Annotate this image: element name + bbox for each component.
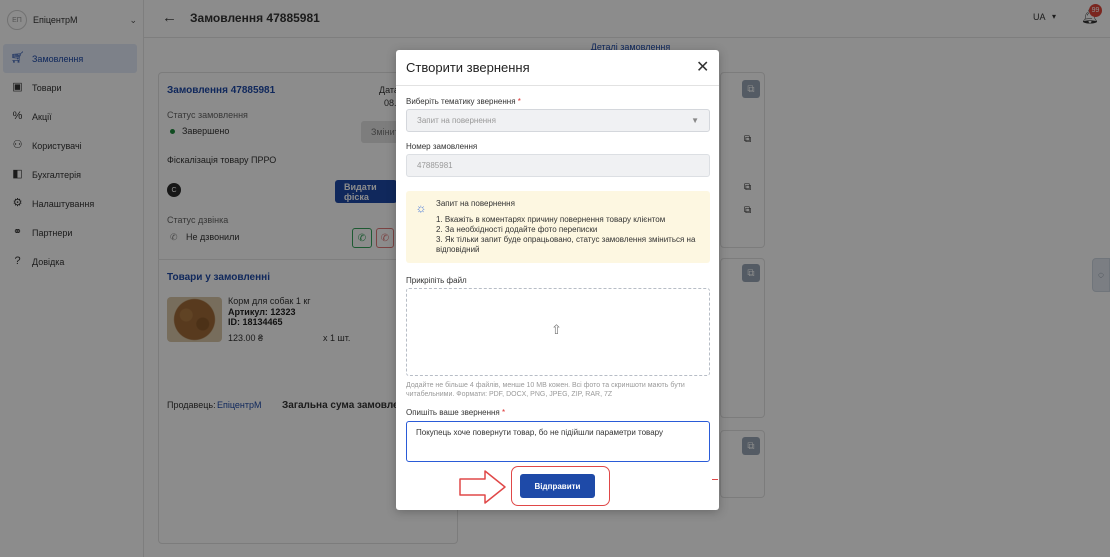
submit-button[interactable]: Відправити <box>520 474 595 498</box>
close-icon[interactable]: ✕ <box>696 57 709 77</box>
annotation-mark <box>712 479 718 480</box>
topic-label-text: Виберіть тематику звернення <box>406 97 516 106</box>
topic-select[interactable]: Запит на повернення ▼ <box>406 109 710 132</box>
caret-down-icon: ▼ <box>691 116 699 125</box>
file-dropzone[interactable]: ⇧ <box>406 288 710 376</box>
describe-label-text: Опишіть ваше звернення <box>406 408 500 417</box>
info-line: 3. Як тільки запит буде опрацьовано, ста… <box>436 235 696 254</box>
order-number-field[interactable]: 47885981 <box>406 154 710 177</box>
info-notice: ☼ Запит на повернення 1. Вкажіть в комен… <box>406 191 710 263</box>
lightbulb-icon: ☼ <box>415 201 427 215</box>
attach-label: Прикріпіть файл <box>406 276 467 285</box>
order-number-value: 47885981 <box>417 161 453 170</box>
modal-title: Створити звернення <box>406 60 530 75</box>
divider <box>396 85 719 86</box>
topic-label: Виберіть тематику звернення * <box>406 97 521 106</box>
upload-icon: ⇧ <box>551 322 562 337</box>
info-line: 2. За необхідності додайте фото переписк… <box>436 225 598 234</box>
attach-hint: Додайте не більше 4 файлів, менше 10 МВ … <box>406 382 685 398</box>
annotation-arrow-icon <box>459 470 506 504</box>
order-number-label: Номер замовлення <box>406 142 478 151</box>
required-mark: * <box>515 97 521 106</box>
description-textarea[interactable]: Покупець хоче повернути товар, бо не під… <box>406 421 710 462</box>
describe-label: Опишіть ваше звернення * <box>406 408 505 417</box>
required-mark: * <box>499 408 506 417</box>
create-request-modal: Створити звернення ✕ Виберіть тематику з… <box>396 50 719 510</box>
info-title: Запит на повернення <box>436 199 515 208</box>
info-line: 1. Вкажіть в коментарях причину повернен… <box>436 215 666 224</box>
topic-select-value: Запит на повернення <box>417 116 496 125</box>
